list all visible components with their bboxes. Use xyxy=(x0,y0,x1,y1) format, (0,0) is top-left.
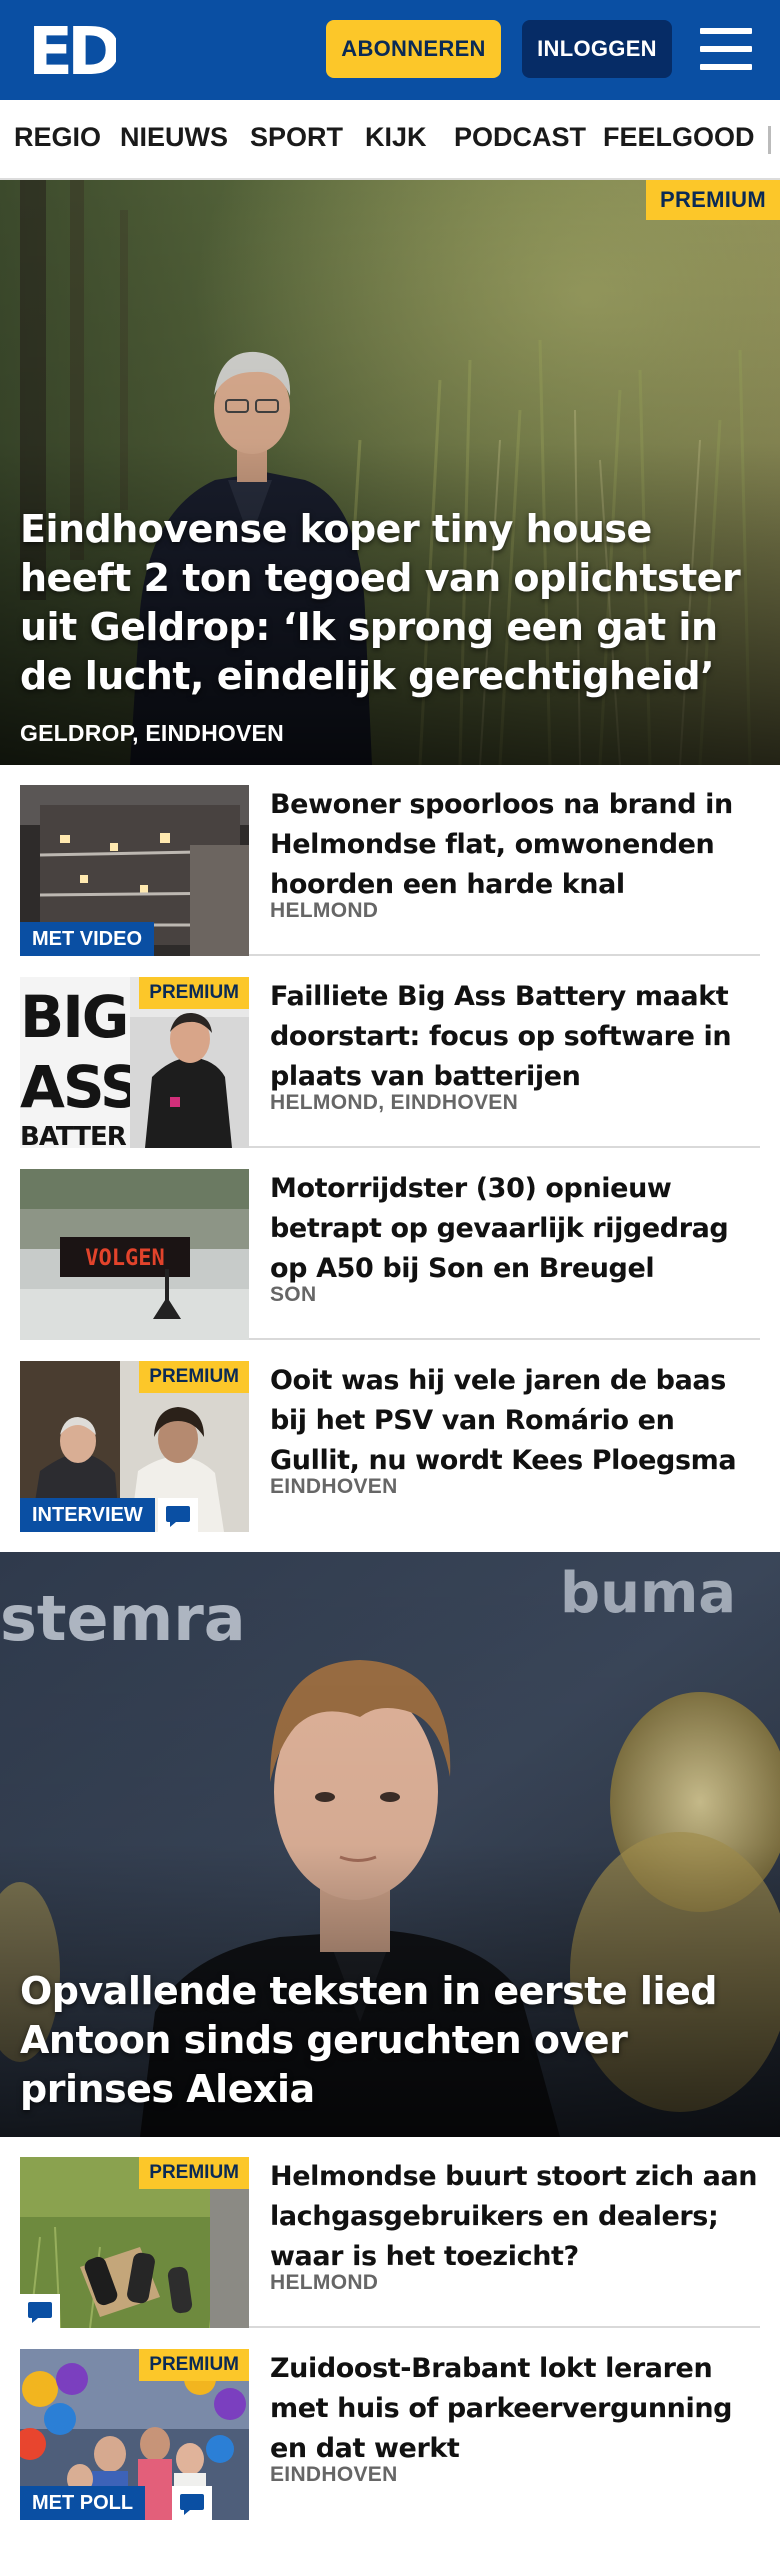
article-leraren-brabant[interactable]: PREMIUM MET POLL Zuidoost-Brabant lokt l… xyxy=(20,2329,760,2520)
ed-logo[interactable]: ED xyxy=(28,16,116,82)
article-thumbnail: MET VIDEO xyxy=(20,785,249,956)
svg-text:ED: ED xyxy=(28,16,116,82)
article-thumbnail: BIG ASS BATTER PREMIUM xyxy=(20,977,249,1148)
hero-title[interactable]: Eindhovense koper tiny house heeft 2 ton… xyxy=(20,505,765,701)
article-thumbnail: PREMIUM INTERVIEW xyxy=(20,1361,249,1532)
article-thumbnail: VOLGEN xyxy=(20,1169,249,1340)
svg-text:BATTER: BATTER xyxy=(20,1122,127,1148)
article-kees-ploegsma[interactable]: PREMIUM INTERVIEW Ooit was hij vele jare… xyxy=(20,1341,760,1532)
poll-label: MET POLL xyxy=(20,2486,146,2520)
article-location: EINDHOVEN xyxy=(270,2463,398,2486)
article-motorrijdster[interactable]: VOLGEN Motorrijdster (30) opnieuw betrap… xyxy=(20,1149,760,1340)
article-location: EINDHOVEN xyxy=(270,1475,398,1498)
video-label: MET VIDEO xyxy=(20,922,155,956)
article-thumbnail: PREMIUM xyxy=(20,2157,249,2328)
nav-item-podcast[interactable]: PODCAST xyxy=(454,122,586,153)
menu-icon[interactable] xyxy=(700,26,752,72)
premium-badge: PREMIUM xyxy=(139,2349,249,2381)
comment-icon xyxy=(172,2486,212,2520)
police-sign-photo: VOLGEN xyxy=(20,1169,249,1340)
article-title[interactable]: Zuidoost-Brabant lokt leraren met huis o… xyxy=(270,2349,760,2469)
premium-badge: PREMIUM xyxy=(646,180,780,220)
hero-location: GELDROP, EINDHOVEN xyxy=(20,720,284,746)
article-lachgas-helmond[interactable]: PREMIUM Helmondse buurt stoort zich aan … xyxy=(20,2137,760,2328)
subscribe-button[interactable]: ABONNEREN xyxy=(326,20,501,78)
svg-text:BIG: BIG xyxy=(20,983,127,1051)
article-location: SON xyxy=(270,1283,317,1306)
article-location: HELMOND xyxy=(270,899,379,922)
login-button[interactable]: INLOGGEN xyxy=(522,20,672,78)
nav-item-kijk[interactable]: KIJK xyxy=(365,122,427,153)
article-big-ass-battery[interactable]: BIG ASS BATTER PREMIUM Failliete Big Ass… xyxy=(20,957,760,1148)
article-title[interactable]: Failliete Big Ass Battery maakt doorstar… xyxy=(270,977,760,1097)
article-title[interactable]: Ooit was hij vele jaren de baas bij het … xyxy=(270,1361,760,1481)
article-title[interactable]: Bewoner spoorloos na brand in Helmondse … xyxy=(270,785,760,905)
article-title[interactable]: Motorrijdster (30) opnieuw betrapt op ge… xyxy=(270,1169,760,1289)
nav-item-sport[interactable]: SPORT xyxy=(250,122,343,153)
article-brand-helmond[interactable]: MET VIDEO Bewoner spoorloos na brand in … xyxy=(20,765,760,956)
hero-title[interactable]: Opvallende teksten in eerste lied Antoon… xyxy=(20,1967,765,2114)
nav-item-regio[interactable]: REGIO xyxy=(14,122,101,153)
article-location: HELMOND xyxy=(270,2271,379,2294)
interview-label: INTERVIEW xyxy=(20,1498,155,1532)
comment-icon xyxy=(20,2294,60,2328)
nav-overflow-hint xyxy=(768,126,771,154)
section-nav: REGIO NIEUWS SPORT KIJK PODCAST FEELGOOD xyxy=(0,100,780,180)
comment-icon xyxy=(158,1498,198,1532)
premium-badge: PREMIUM xyxy=(139,977,249,1009)
nav-item-nieuws[interactable]: NIEUWS xyxy=(120,122,228,153)
hero-article-tiny-house[interactable]: PREMIUM Eindhovense koper tiny house hee… xyxy=(0,180,780,765)
site-header: ED ABONNEREN INLOGGEN xyxy=(0,0,780,100)
hero-article-antoon[interactable]: stemra buma Opvallende teksten in eerste… xyxy=(0,1552,780,2137)
article-thumbnail: PREMIUM MET POLL xyxy=(20,2349,249,2520)
svg-text:ASS: ASS xyxy=(20,1053,140,1121)
premium-badge: PREMIUM xyxy=(139,1361,249,1393)
article-title[interactable]: Helmondse buurt stoort zich aan lachgasg… xyxy=(270,2157,760,2277)
nav-item-feelgood[interactable]: FEELGOOD xyxy=(603,122,755,153)
article-location: HELMOND, EINDHOVEN xyxy=(270,1091,519,1114)
premium-badge: PREMIUM xyxy=(139,2157,249,2189)
svg-text:VOLGEN: VOLGEN xyxy=(85,1246,164,1271)
